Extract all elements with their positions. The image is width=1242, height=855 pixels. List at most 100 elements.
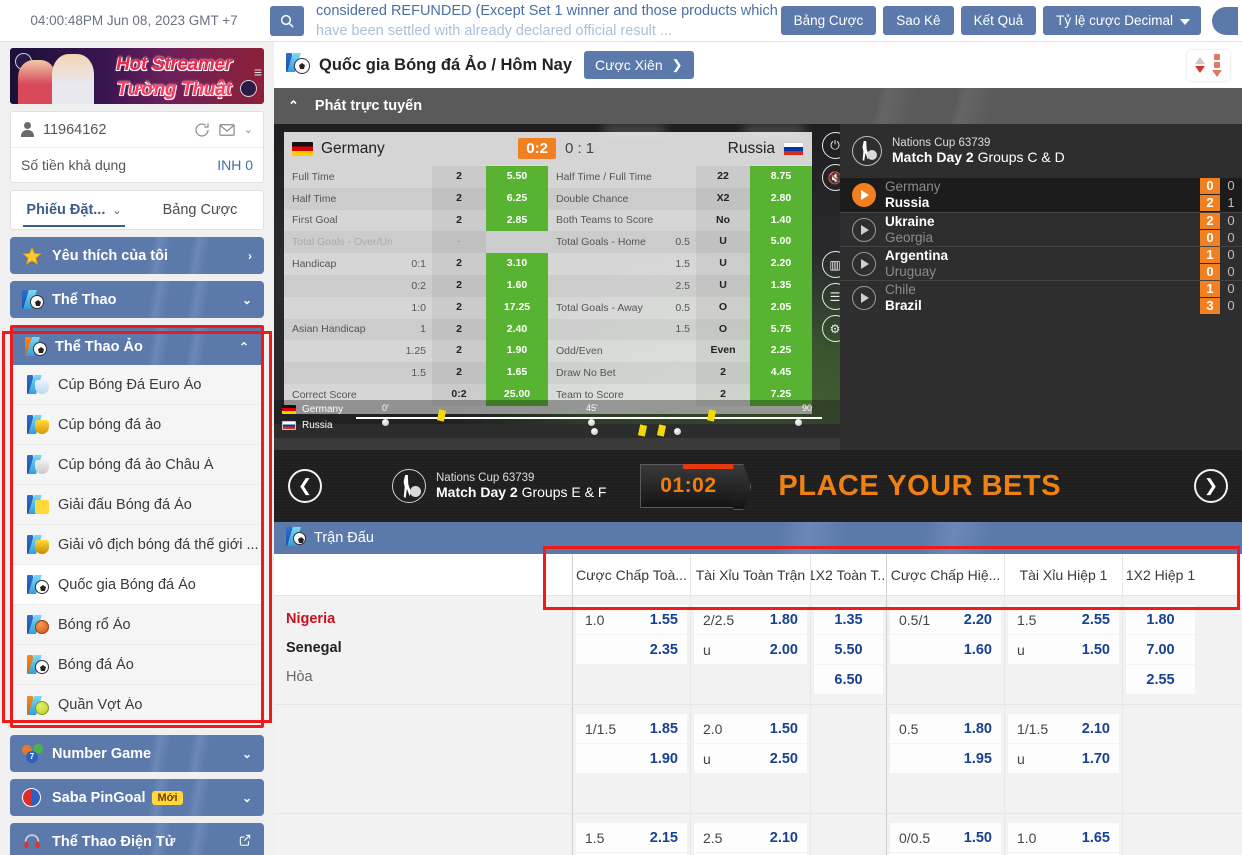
account-menu-pill[interactable] (1212, 6, 1238, 35)
match-list-item[interactable]: Argentina Uruguay 1 0 0 0 (840, 246, 1242, 280)
live-odds-row[interactable]: Handicap 0:1 2 3.10 (284, 253, 548, 275)
odds-cell[interactable]: 1/1.5 1.85 (576, 714, 687, 743)
odds-cell[interactable]: 1.90 (576, 744, 687, 773)
chevron-down-icon[interactable]: ⌄ (244, 123, 253, 136)
sidebar-item-number-game[interactable]: 7 Number Game ⌄ (10, 735, 264, 772)
odds-cell[interactable]: 1.5 2.15 (576, 823, 687, 852)
live-odds-row[interactable]: Double Chance X2 2.80 (548, 187, 812, 210)
odds-cell[interactable]: u 1.70 (1008, 744, 1119, 773)
statement-button[interactable]: Sao Kê (883, 6, 954, 35)
live-odds-price[interactable]: 1.65 (486, 362, 548, 384)
sidebar-item-virtual-league[interactable]: Giải đấu Bóng đá Ảo (13, 485, 261, 525)
live-odds-row[interactable]: Both Teams to Score No 1.40 (548, 209, 812, 232)
odds-cell[interactable]: 2.55 (1126, 665, 1195, 694)
mail-icon[interactable] (218, 121, 236, 139)
odds-cell[interactable]: u 1.50 (1008, 635, 1119, 664)
live-odds-price[interactable]: 2.80 (750, 187, 812, 210)
play-icon[interactable] (852, 285, 876, 310)
live-odds-price[interactable]: 5.75 (750, 318, 812, 341)
live-odds-price[interactable]: 3.10 (486, 253, 548, 275)
sidebar-item-virtual-tennis[interactable]: Quần Vợt Áo (13, 685, 261, 725)
live-odds-row[interactable]: Total Goals - Home 0.5 U 5.00 (548, 231, 812, 254)
odds-cell[interactable]: 1/1.5 2.10 (1008, 714, 1119, 743)
odds-format-select[interactable]: Tỷ lệ cược Decimal (1043, 6, 1201, 35)
live-odds-price[interactable]: 1.35 (750, 274, 812, 297)
odds-cell[interactable]: 2/2.5 1.80 (694, 605, 807, 634)
sidebar-item-saba-pingoal[interactable]: Saba PinGoal Mới ⌄ (10, 779, 264, 816)
live-odds-price[interactable]: 8.75 (750, 166, 812, 188)
live-odds-row[interactable]: Half Time / Full Time 22 8.75 (548, 166, 812, 188)
live-odds-row[interactable]: Odd/Even Even 2.25 (548, 340, 812, 363)
odds-cell[interactable]: 0.5/1 2.20 (890, 605, 1001, 634)
live-odds-price[interactable]: 5.00 (750, 231, 812, 254)
live-odds-price[interactable] (486, 231, 548, 253)
odds-cell[interactable]: 1.0 1.65 (1008, 823, 1119, 852)
odds-cell[interactable]: u 2.00 (694, 635, 807, 664)
live-odds-row[interactable]: 1:0 2 17.25 (284, 296, 548, 319)
sidebar-item-virtual-basketball[interactable]: Bóng rổ Ảo (13, 605, 261, 645)
live-odds-row[interactable]: 1.5 U 2.20 (548, 253, 812, 275)
play-icon[interactable] (852, 217, 876, 242)
results-button[interactable]: Kết Quả (960, 6, 1037, 35)
odds-cell[interactable]: 0.5 1.80 (890, 714, 1001, 743)
odds-cell[interactable]: 1.35 (814, 605, 883, 634)
match-list-item[interactable]: Chile Brazil 1 3 0 0 (840, 280, 1242, 314)
tab-bet-slip[interactable]: Phiếu Đặt... ⌄ (11, 191, 137, 229)
odds-cell[interactable]: 1.95 (890, 744, 1001, 773)
odds-cell[interactable]: 1.5 2.55 (1008, 605, 1119, 634)
live-odds-row[interactable]: Half Time 2 6.25 (284, 187, 548, 210)
live-odds-price[interactable]: 2.40 (486, 318, 548, 341)
odds-cell[interactable]: 2.35 (576, 635, 687, 664)
odds-cell[interactable]: 5.50 (814, 635, 883, 664)
chevron-left-icon[interactable]: ❮ (288, 469, 322, 503)
sidebar-item-esports[interactable]: Thể Thao Điện Tử (10, 823, 264, 855)
sidebar-item-favorites[interactable]: Yêu thích của tôi › (10, 237, 264, 274)
live-odds-price[interactable]: 5.50 (486, 166, 548, 188)
sidebar-item-virtual-asian-cup[interactable]: Cúp bóng đá ảo Châu Á (13, 445, 261, 485)
live-odds-row[interactable]: 2.5 U 1.35 (548, 274, 812, 297)
promo-menu-icon[interactable]: ≡ (254, 64, 262, 80)
live-odds-price[interactable]: 2.25 (750, 340, 812, 363)
odds-cell[interactable]: u 2.50 (694, 744, 807, 773)
live-odds-row[interactable]: 0:2 2 1.60 (284, 274, 548, 297)
play-icon[interactable] (852, 183, 876, 207)
live-odds-price[interactable]: 2.20 (750, 253, 812, 275)
match-list-item[interactable]: Ukraine Georgia 2 0 0 0 (840, 212, 1242, 246)
chevron-right-icon[interactable]: ❯ (1194, 469, 1228, 503)
live-odds-price[interactable]: 17.25 (486, 296, 548, 319)
live-odds-price[interactable]: 1.40 (750, 209, 812, 232)
live-odds-row[interactable]: Total Goals - Over/Under - (284, 231, 548, 254)
odds-cell[interactable]: 0/0.5 1.50 (890, 823, 1001, 852)
sidebar-item-virtual-nations[interactable]: Quốc gia Bóng đá Ảo (13, 565, 261, 605)
odds-cell[interactable]: 6.50 (814, 665, 883, 694)
sidebar-item-sports[interactable]: Thể Thao ⌄ (10, 281, 264, 318)
sidebar-item-virtual-football[interactable]: Bóng đá Ảo (13, 645, 261, 685)
live-odds-price[interactable]: 1.90 (486, 340, 548, 363)
bet-list-button[interactable]: Bảng Cược (780, 6, 877, 35)
live-odds-price[interactable]: 4.45 (750, 362, 812, 384)
live-odds-price[interactable]: 1.60 (486, 274, 548, 297)
parlay-button[interactable]: Cược Xiên ❯ (584, 51, 694, 79)
promo-banner[interactable]: Hot Streamer Tường Thuật ≡ (10, 48, 264, 104)
refresh-icon[interactable] (193, 121, 211, 139)
tab-bet-list[interactable]: Bảng Cược (137, 191, 263, 229)
odds-cell[interactable]: 2.5 2.10 (694, 823, 807, 852)
sidebar-item-virtual-sports[interactable]: Thể Thao Ảo ⌃ (13, 328, 261, 365)
search-icon[interactable] (270, 5, 304, 36)
odds-cell[interactable]: 1.60 (890, 635, 1001, 664)
sidebar-item-virtual-world-cup[interactable]: Giải vô địch bóng đá thế giới ... (13, 525, 261, 565)
sidebar-item-virtual-euro-cup[interactable]: Cúp Bóng Đá Euro Ảo (13, 365, 261, 405)
live-odds-row[interactable]: Asian Handicap 1 2 2.40 (284, 318, 548, 341)
live-odds-row[interactable]: 1.5 O 5.75 (548, 318, 812, 341)
stream-section-header[interactable]: ⌃ Phát trực tuyến (274, 88, 1242, 124)
play-icon[interactable] (852, 251, 876, 276)
live-odds-price[interactable]: 2.05 (750, 296, 812, 319)
live-odds-row[interactable]: 1.25 2 1.90 (284, 340, 548, 363)
odds-cell[interactable]: 1.80 (1126, 605, 1195, 634)
sidebar-item-virtual-football-cup[interactable]: Cúp bóng đá ảo (13, 405, 261, 445)
live-odds-row[interactable]: First Goal 2 2.85 (284, 209, 548, 232)
odds-cell[interactable]: 2.0 1.50 (694, 714, 807, 743)
live-odds-row[interactable]: 1.5 2 1.65 (284, 362, 548, 384)
live-odds-row[interactable]: Total Goals - Away 0.5 O 2.05 (548, 296, 812, 319)
live-odds-row[interactable]: Draw No Bet 2 4.45 (548, 362, 812, 384)
